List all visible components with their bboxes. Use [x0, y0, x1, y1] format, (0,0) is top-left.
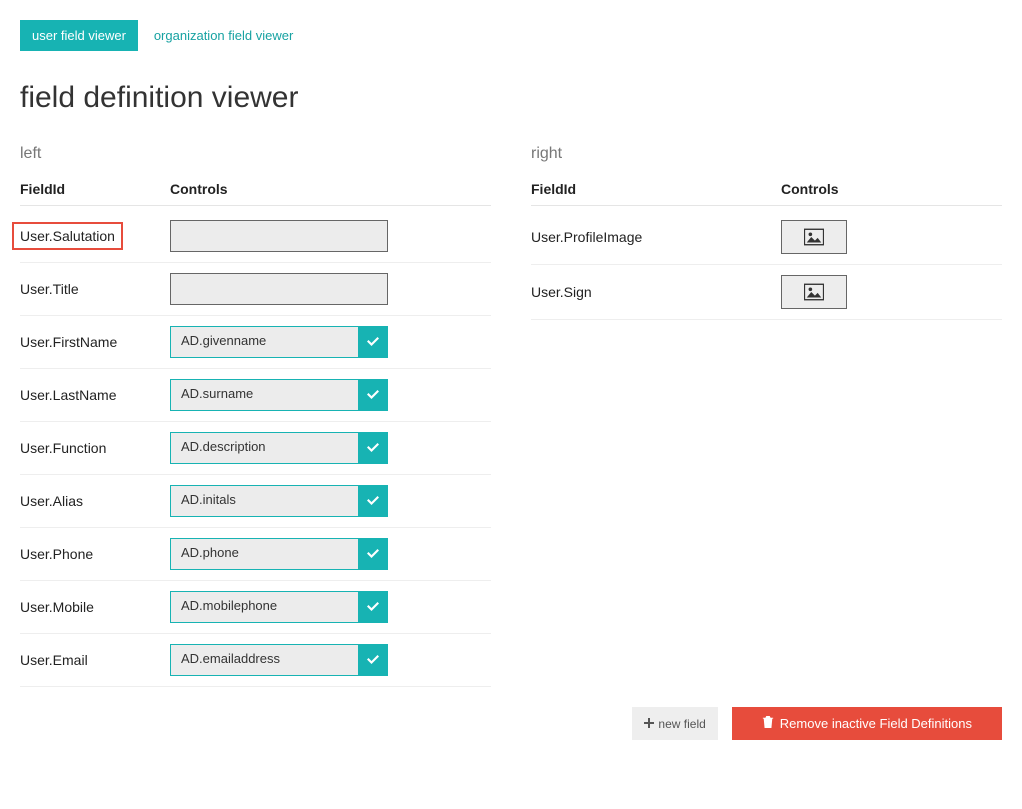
field-id-cell: User.LastName [20, 387, 170, 403]
control-text-field[interactable]: AD.initals [170, 485, 358, 517]
check-icon[interactable] [358, 326, 388, 358]
left-header-fieldid: FieldId [20, 181, 170, 197]
control-input: AD.initals [170, 485, 388, 517]
field-id-cell: User.Email [20, 652, 170, 668]
control-text-field[interactable]: AD.emailaddress [170, 644, 358, 676]
table-row: User.Salutation [20, 210, 491, 263]
check-icon[interactable] [358, 644, 388, 676]
controls-cell [170, 220, 491, 252]
right-table-header: FieldId Controls [531, 181, 1002, 206]
control-text-field[interactable]: AD.surname [170, 379, 358, 411]
controls-cell: AD.emailaddress [170, 644, 491, 676]
left-column: left FieldId Controls User.Salutation Use… [20, 145, 491, 687]
check-icon[interactable] [358, 432, 388, 464]
right-header-controls: Controls [781, 181, 1002, 197]
control-text-field[interactable]: AD.phone [170, 538, 358, 570]
check-icon[interactable] [358, 591, 388, 623]
field-id-cell: User.Phone [20, 546, 170, 562]
control-input: AD.mobilephone [170, 591, 388, 623]
control-input: AD.surname [170, 379, 388, 411]
field-id-cell: User.FirstName [20, 334, 170, 350]
trash-icon [762, 716, 774, 731]
new-field-label: new field [658, 717, 705, 731]
controls-cell: AD.mobilephone [170, 591, 491, 623]
control-input [170, 273, 388, 305]
footer-actions: new field Remove inactive Field Definiti… [20, 707, 1002, 740]
right-header-fieldid: FieldId [531, 181, 781, 197]
remove-inactive-label: Remove inactive Field Definitions [780, 716, 972, 731]
left-heading: left [20, 145, 491, 163]
field-id-cell: User.ProfileImage [531, 229, 781, 245]
field-id-highlighted[interactable]: User.Salutation [12, 222, 123, 250]
control-input: AD.givenname [170, 326, 388, 358]
image-icon[interactable] [781, 275, 847, 309]
table-row: User.MobileAD.mobilephone [20, 581, 491, 634]
tabs: user field viewer organization field vie… [20, 20, 1002, 51]
table-row: User.FirstNameAD.givenname [20, 316, 491, 369]
controls-cell: AD.initals [170, 485, 491, 517]
page-title: field definition viewer [20, 81, 1002, 115]
table-row: User.Title [20, 263, 491, 316]
controls-cell [170, 273, 491, 305]
table-row: User.FunctionAD.description [20, 422, 491, 475]
remove-inactive-button[interactable]: Remove inactive Field Definitions [732, 707, 1002, 740]
controls-cell: AD.description [170, 432, 491, 464]
left-header-controls: Controls [170, 181, 491, 197]
table-row: User.LastNameAD.surname [20, 369, 491, 422]
image-icon[interactable] [781, 220, 847, 254]
controls-cell: AD.surname [170, 379, 491, 411]
control-input: AD.phone [170, 538, 388, 570]
control-input [170, 220, 388, 252]
controls-cell: AD.phone [170, 538, 491, 570]
right-heading: right [531, 145, 1002, 163]
plus-icon [644, 717, 654, 731]
control-text-field[interactable] [170, 220, 388, 252]
new-field-button[interactable]: new field [632, 707, 717, 740]
controls-cell [781, 220, 1002, 254]
table-row: User.Sign [531, 265, 1002, 320]
check-icon[interactable] [358, 379, 388, 411]
field-id-cell: User.Mobile [20, 599, 170, 615]
controls-cell [781, 275, 1002, 309]
control-input: AD.emailaddress [170, 644, 388, 676]
table-row: User.ProfileImage [531, 210, 1002, 265]
control-text-field[interactable]: AD.givenname [170, 326, 358, 358]
control-text-field[interactable]: AD.description [170, 432, 358, 464]
check-icon[interactable] [358, 538, 388, 570]
tab-user-field-viewer[interactable]: user field viewer [20, 20, 138, 51]
controls-cell: AD.givenname [170, 326, 491, 358]
left-table-header: FieldId Controls [20, 181, 491, 206]
table-row: User.EmailAD.emailaddress [20, 634, 491, 687]
control-text-field[interactable] [170, 273, 388, 305]
field-id-cell: User.Title [20, 281, 170, 297]
tab-organization-field-viewer[interactable]: organization field viewer [142, 20, 305, 51]
control-input: AD.description [170, 432, 388, 464]
columns-container: left FieldId Controls User.Salutation Use… [20, 145, 1002, 687]
field-id-cell: User.Salutation [20, 222, 170, 250]
field-id-cell: User.Alias [20, 493, 170, 509]
right-column: right FieldId Controls User.ProfileImage… [531, 145, 1002, 687]
check-icon[interactable] [358, 485, 388, 517]
field-id-cell: User.Sign [531, 284, 781, 300]
table-row: User.PhoneAD.phone [20, 528, 491, 581]
control-text-field[interactable]: AD.mobilephone [170, 591, 358, 623]
field-id-cell: User.Function [20, 440, 170, 456]
table-row: User.AliasAD.initals [20, 475, 491, 528]
